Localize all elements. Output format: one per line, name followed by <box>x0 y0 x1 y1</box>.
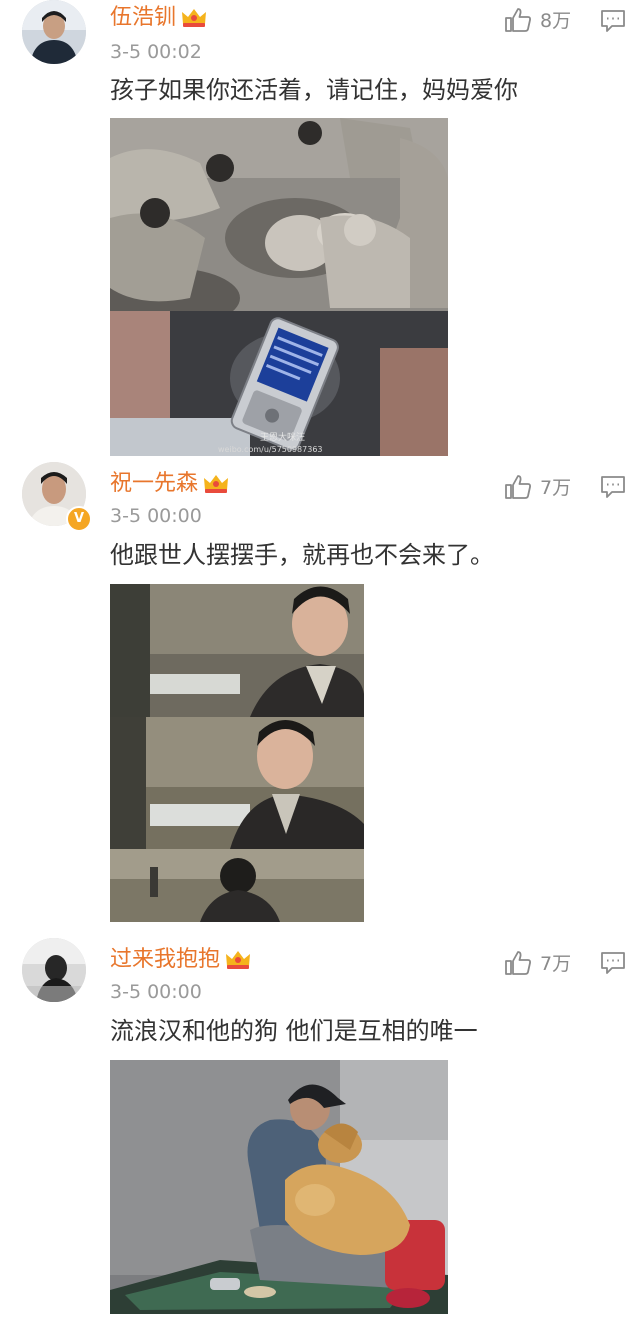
avatar[interactable] <box>22 0 86 64</box>
avatar-image <box>22 0 86 64</box>
crown-icon <box>180 6 208 28</box>
timestamp: 3-5 00:02 <box>110 41 202 63</box>
homeless-dog-photo <box>110 1060 448 1314</box>
username[interactable]: 过来我抱抱 <box>110 945 252 975</box>
thumbs-up-icon <box>505 950 531 975</box>
image-watermark: weibo.com/u/5750987363 <box>218 445 323 454</box>
username[interactable]: 祝一先森 <box>110 469 230 499</box>
verified-badge: V <box>66 506 92 532</box>
image-watermark-label: 王恩大咪汪 <box>260 431 305 443</box>
like-button[interactable]: 7万 <box>504 473 571 500</box>
like-count: 8万 <box>540 10 572 32</box>
like-count: 7万 <box>540 953 572 975</box>
comment-icon <box>601 10 625 32</box>
comment-text: 他跟世人摆摆手，就再也不会来了。 <box>110 541 494 569</box>
like-count: 7万 <box>540 477 572 499</box>
comment-icon <box>601 476 625 498</box>
comment-icon <box>601 952 625 974</box>
reply-button[interactable] <box>600 9 626 33</box>
crown-icon <box>202 472 230 494</box>
username[interactable]: 伍浩钏 <box>110 3 208 33</box>
avatar[interactable] <box>22 938 86 1002</box>
rescue-photo: 王恩大咪汪 weibo.com/u/5750987363 <box>110 118 448 456</box>
timestamp: 3-5 00:00 <box>110 505 202 527</box>
like-button[interactable]: 7万 <box>504 949 571 976</box>
reply-button[interactable] <box>600 475 626 499</box>
comment-image[interactable]: 王恩大咪汪 weibo.com/u/5750987363 <box>110 118 448 456</box>
thumbs-up-icon <box>505 474 531 499</box>
timestamp: 3-5 00:00 <box>110 981 202 1003</box>
comment-image[interactable] <box>110 584 364 922</box>
thumbs-up-icon <box>505 7 531 32</box>
avatar-image <box>22 938 86 1002</box>
reply-button[interactable] <box>600 951 626 975</box>
comment-text: 流浪汉和他的狗 他们是互相的唯一 <box>110 1017 478 1045</box>
username-text[interactable]: 伍浩钏 <box>110 5 176 30</box>
username-text[interactable]: 过来我抱抱 <box>110 947 220 972</box>
comment-image[interactable] <box>110 1060 448 1314</box>
username-text[interactable]: 祝一先森 <box>110 471 198 496</box>
crown-icon <box>224 948 252 970</box>
like-button[interactable]: 8万 <box>504 6 571 33</box>
film-still-photo <box>110 584 364 922</box>
comment-text: 孩子如果你还活着，请记住，妈妈爱你 <box>110 76 518 104</box>
